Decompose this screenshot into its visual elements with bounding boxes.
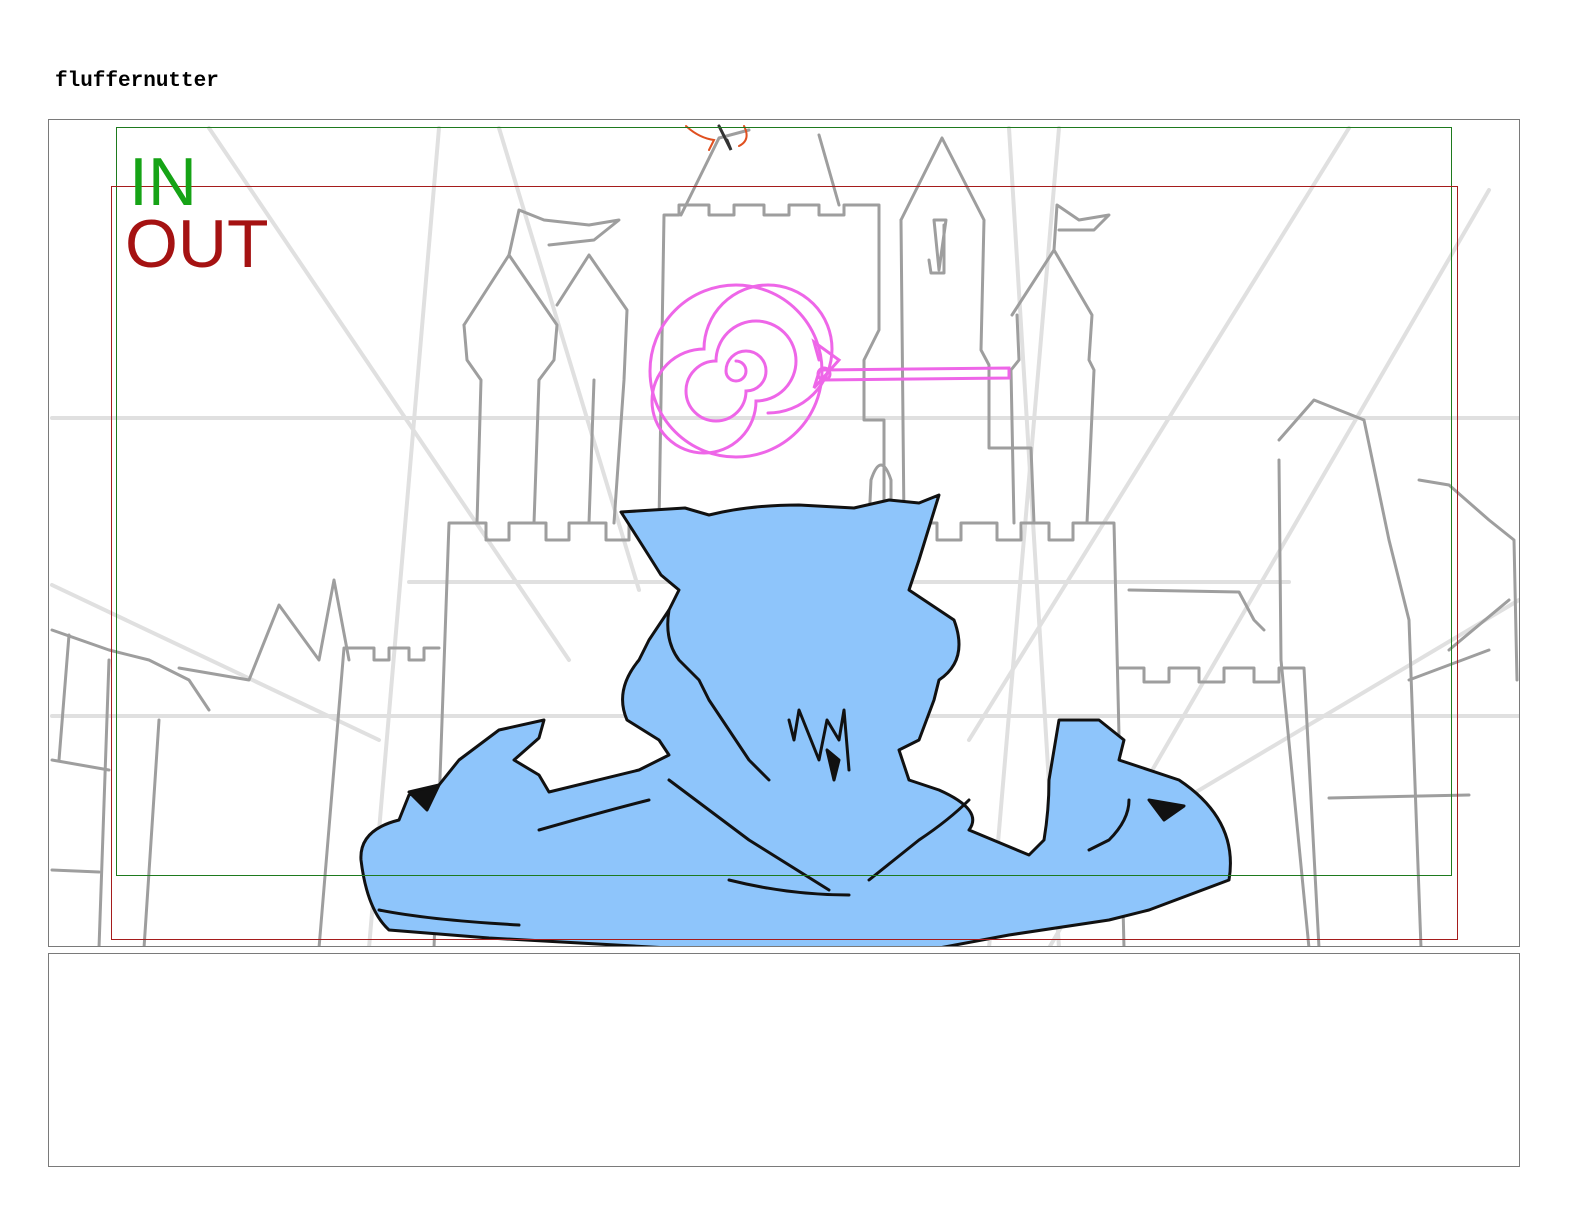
board-title: fluffernutter [55, 70, 219, 93]
out-label: OUT [125, 206, 269, 282]
storyboard-panel: IN OUT [48, 119, 1520, 947]
out-frame [111, 186, 1458, 940]
notes-box[interactable] [48, 953, 1520, 1167]
